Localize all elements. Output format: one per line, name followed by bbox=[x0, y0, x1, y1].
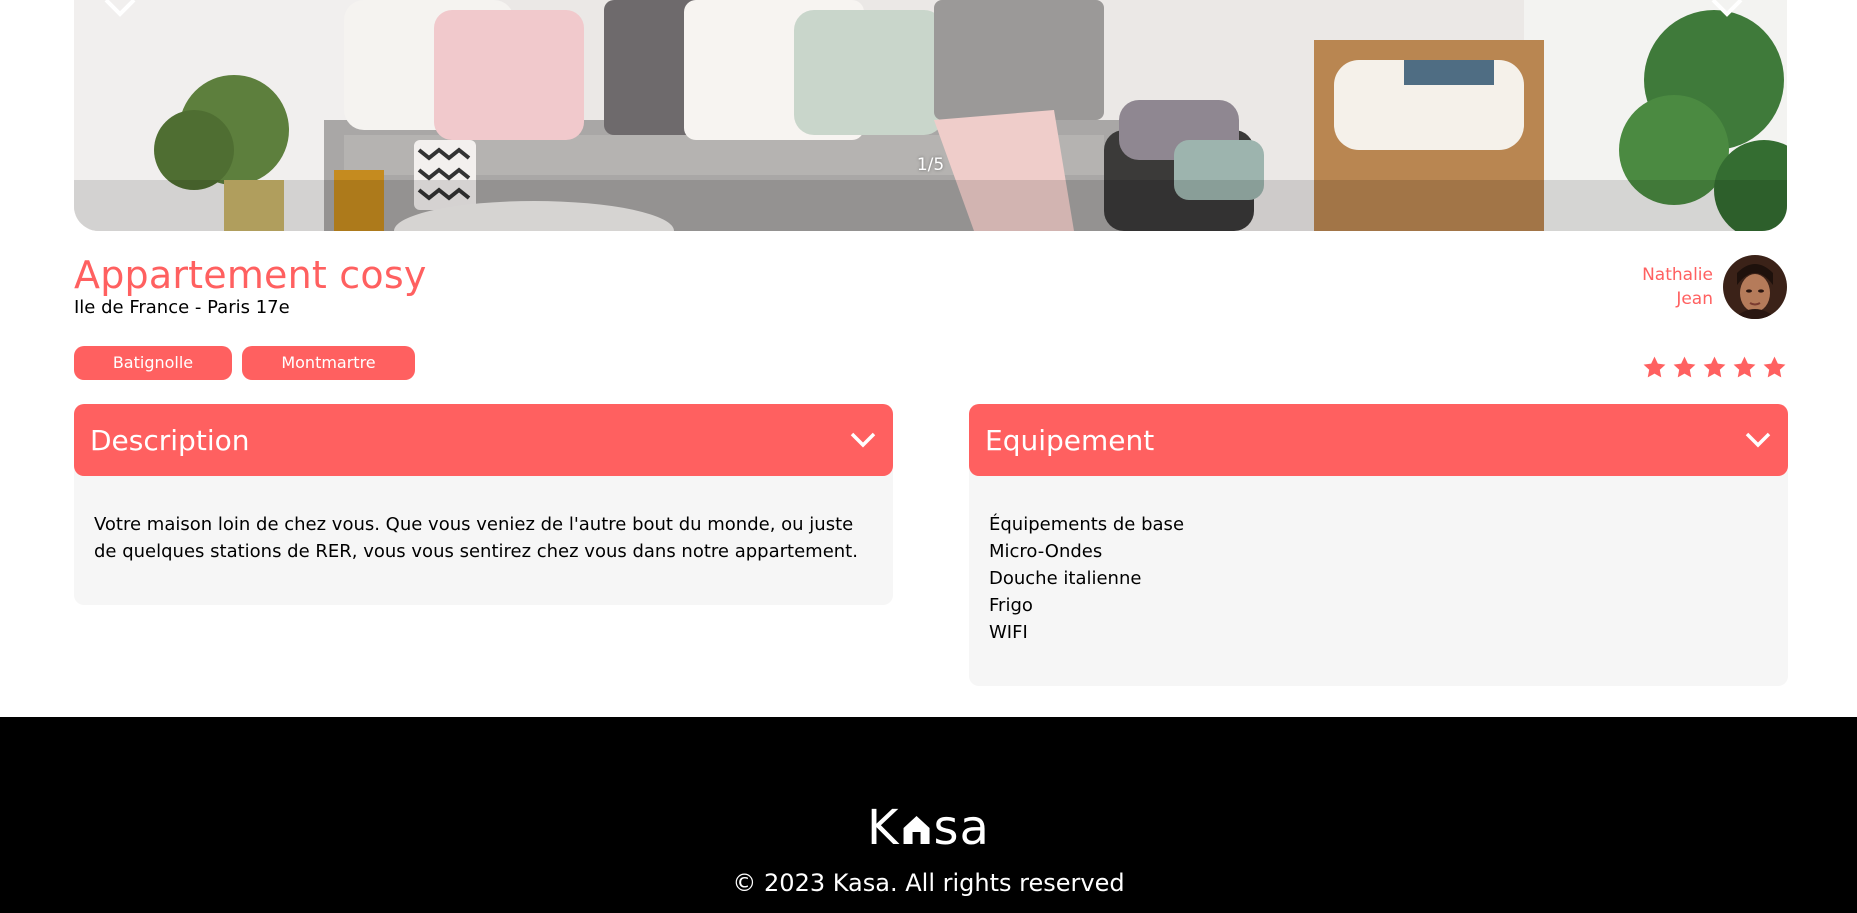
carousel-prev-button[interactable] bbox=[100, 0, 140, 22]
chevron-down-icon[interactable] bbox=[849, 430, 877, 450]
description-text: Votre maison loin de chez vous. Que vous… bbox=[94, 514, 858, 562]
tag-item[interactable]: Batignolle bbox=[74, 346, 232, 380]
chevron-right-icon bbox=[1711, 0, 1743, 17]
equipment-body: Équipements de base Micro-Ondes Douche i… bbox=[969, 470, 1788, 686]
equipment-collapse-header[interactable]: Equipement bbox=[969, 404, 1788, 476]
host-name: Nathalie Jean bbox=[1642, 263, 1713, 311]
carousel-next-button[interactable] bbox=[1707, 0, 1747, 22]
chevron-down-icon[interactable] bbox=[1744, 430, 1772, 450]
equipment-title: Equipement bbox=[985, 423, 1155, 457]
host-avatar bbox=[1723, 255, 1787, 319]
host-info: Nathalie Jean bbox=[1642, 255, 1787, 319]
rating bbox=[1642, 355, 1787, 380]
listing-location: Ile de France - Paris 17e bbox=[74, 297, 290, 318]
list-item: Micro-Ondes bbox=[989, 541, 1103, 562]
image-carousel: 1/5 bbox=[74, 0, 1787, 231]
house-icon bbox=[903, 816, 930, 844]
listing-title: Appartement cosy bbox=[74, 253, 427, 297]
description-collapse-header[interactable]: Description bbox=[74, 404, 893, 476]
list-item: Frigo bbox=[989, 595, 1033, 616]
host-last-name: Jean bbox=[1676, 289, 1713, 309]
listing-page: 1/5 bbox=[74, 0, 1787, 231]
host-first-name: Nathalie bbox=[1642, 265, 1713, 285]
footer-copyright: © 2023 Kasa. All rights reserved bbox=[732, 869, 1125, 897]
equipment-collapse: Equipement Équipements de base Micro-Ond… bbox=[969, 404, 1788, 686]
star-icon bbox=[1732, 355, 1757, 380]
description-body: Votre maison loin de chez vous. Que vous… bbox=[74, 470, 893, 605]
logo-letters: sa bbox=[933, 800, 990, 856]
star-icon bbox=[1762, 355, 1787, 380]
logo-letter: K bbox=[867, 800, 900, 856]
footer-logo: K sa bbox=[867, 800, 990, 856]
tag-list: Batignolle Montmartre bbox=[74, 346, 415, 380]
star-icon bbox=[1642, 355, 1667, 380]
star-icon bbox=[1702, 355, 1727, 380]
equipment-list: Équipements de base Micro-Ondes Douche i… bbox=[989, 511, 1768, 646]
star-icon bbox=[1672, 355, 1697, 380]
description-collapse: Description Votre maison loin de chez vo… bbox=[74, 404, 893, 605]
chevron-left-icon bbox=[104, 0, 136, 17]
list-item: Douche italienne bbox=[989, 568, 1142, 589]
list-item: WIFI bbox=[989, 622, 1028, 643]
listing-photo bbox=[74, 0, 1787, 231]
description-title: Description bbox=[90, 423, 250, 457]
tag-item[interactable]: Montmartre bbox=[242, 346, 415, 380]
carousel-counter: 1/5 bbox=[916, 155, 945, 175]
list-item: Équipements de base bbox=[989, 514, 1185, 535]
